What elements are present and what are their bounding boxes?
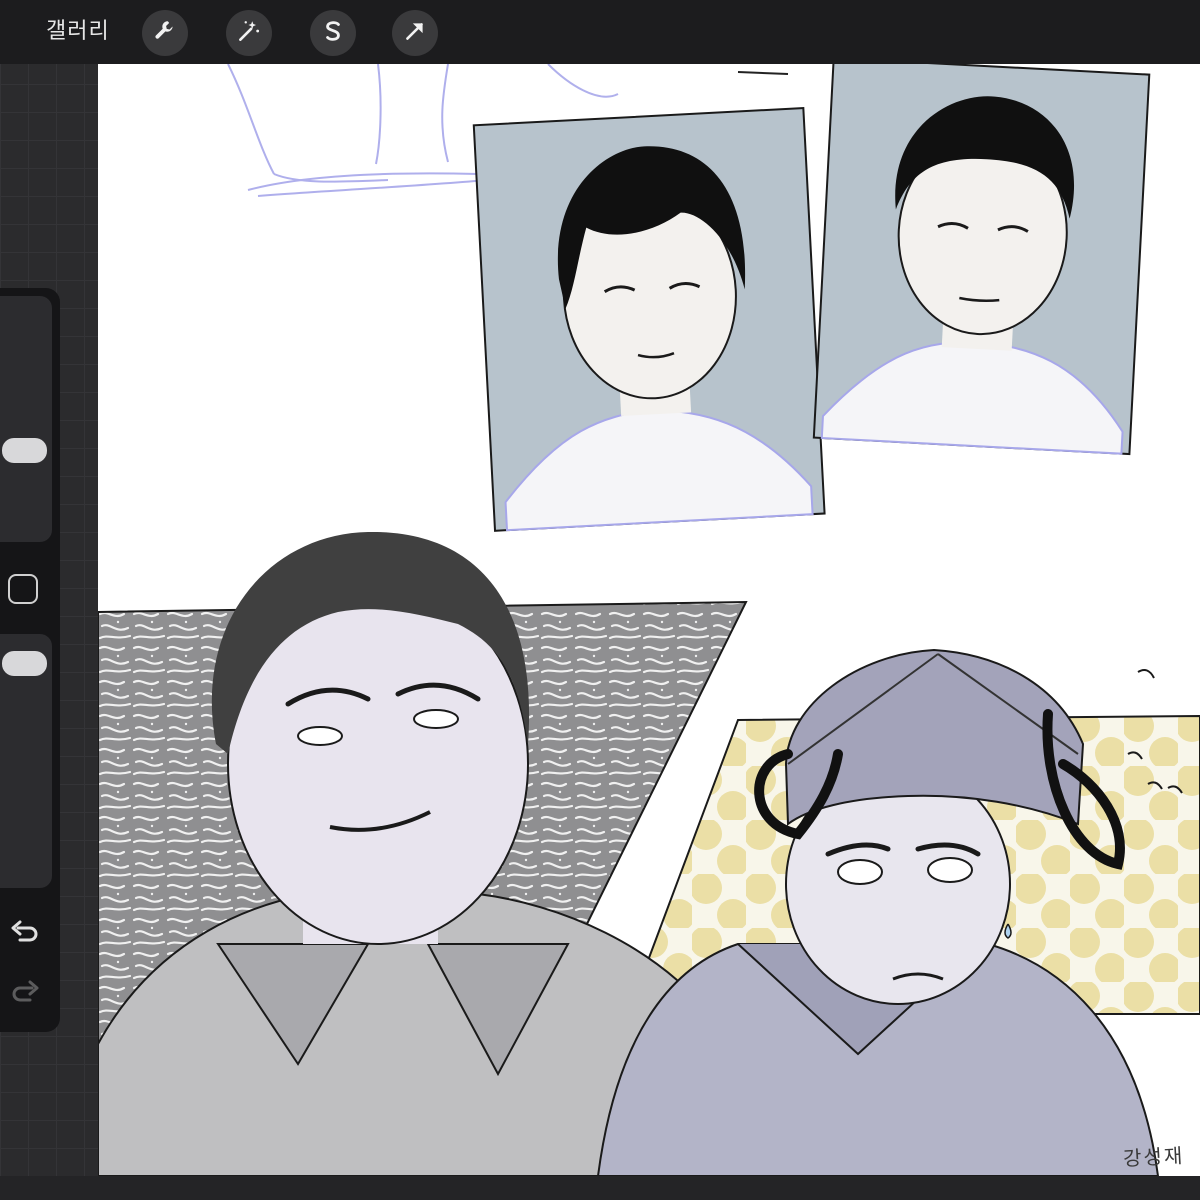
selection-button[interactable] <box>310 10 356 56</box>
selection-s-icon <box>320 18 346 48</box>
undo-button[interactable] <box>8 920 42 950</box>
redo-button[interactable] <box>8 980 42 1010</box>
opacity-slider[interactable] <box>0 634 52 888</box>
wrench-icon <box>152 18 178 48</box>
undo-icon <box>8 920 42 954</box>
arrow-cursor-icon <box>402 18 428 48</box>
actions-button[interactable] <box>142 10 188 56</box>
brush-size-slider[interactable] <box>0 296 52 542</box>
redo-icon <box>8 980 42 1014</box>
brush-size-thumb[interactable] <box>2 438 47 464</box>
left-sidebar <box>0 288 60 1032</box>
magic-wand-icon <box>236 18 262 48</box>
artwork-illustration <box>98 64 1200 1176</box>
bottom-edge <box>0 1176 1200 1200</box>
drawing-canvas[interactable]: 강성재 <box>98 64 1200 1176</box>
gallery-button[interactable]: 갤러리 <box>46 16 110 48</box>
adjustments-button[interactable] <box>226 10 272 56</box>
top-toolbar: 갤러리 <box>0 0 1200 64</box>
opacity-thumb[interactable] <box>2 651 47 677</box>
transform-button[interactable] <box>392 10 438 56</box>
artist-signature: 강성재 <box>1122 1143 1185 1171</box>
modify-button[interactable] <box>8 574 38 604</box>
